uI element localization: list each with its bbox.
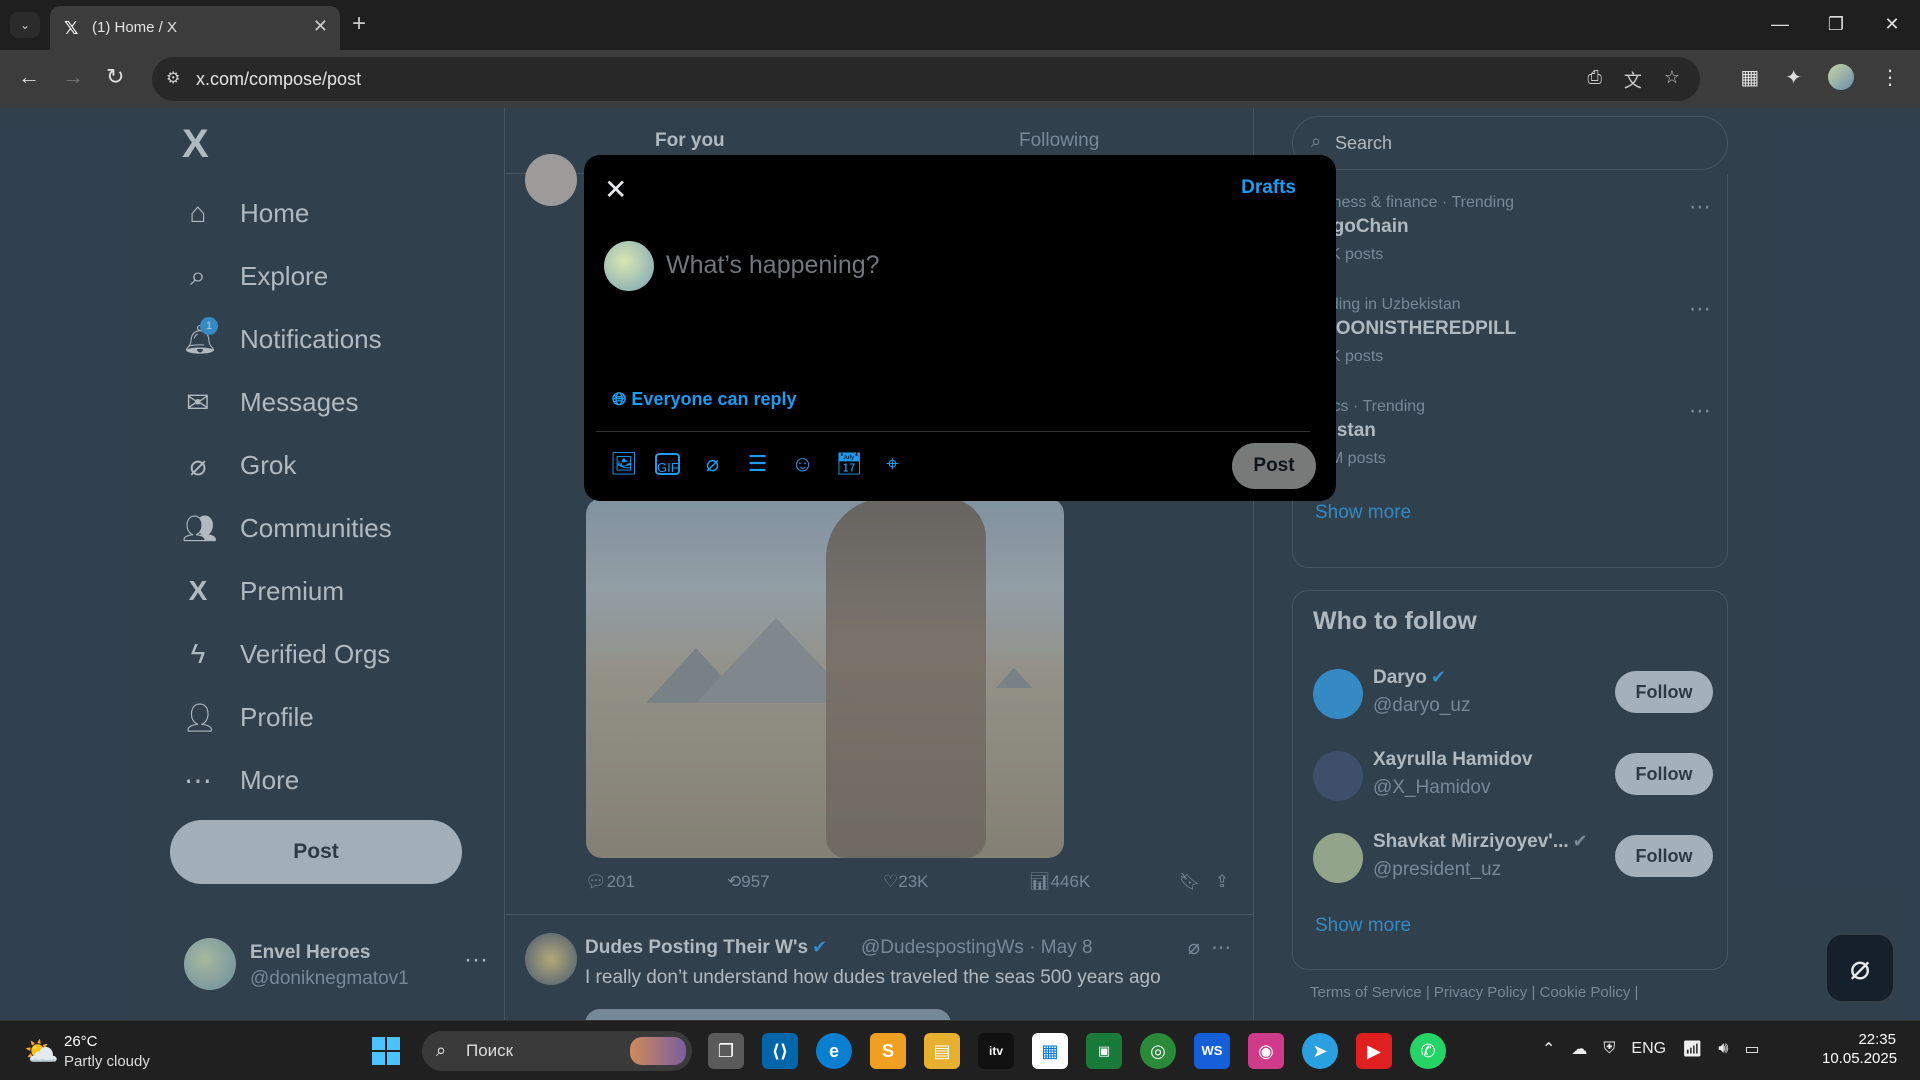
compose-toolbar: 🖼︎ GIF ⌀ ☰ ☺ 📅︎ ⌖ — [610, 451, 905, 477]
compose-dialog: ✕ Drafts What’s happening? 🌐︎ Everyone c… — [584, 155, 1336, 501]
tab-close-icon[interactable]: ✕ — [313, 16, 328, 37]
search-highlight-image — [630, 1037, 686, 1065]
instagram-icon[interactable]: ◉ — [1248, 1033, 1284, 1069]
emoji-icon[interactable]: ☺ — [790, 451, 815, 477]
address-bar-row: ← → ↻ ⚙ x.com/compose/post ⎙ 文 ☆ ▦ ✦ ⋮ — [0, 50, 1920, 108]
restore-button[interactable]: ❐ — [1808, 0, 1864, 50]
x-favicon-icon: 𝕏 — [64, 18, 79, 38]
clock-time: 22:35 — [1858, 1031, 1896, 1048]
telegram-icon[interactable]: ➤ — [1302, 1033, 1338, 1069]
compose-textarea[interactable]: What’s happening? — [666, 251, 880, 280]
sublime-icon[interactable]: S — [870, 1033, 906, 1069]
battery-icon[interactable]: ▭ — [1745, 1039, 1760, 1059]
clock-date: 10.05.2025 — [1822, 1050, 1898, 1067]
browser-tab-bar: ⌄ 𝕏 (1) Home / X ✕ + — ❐ ✕ — [0, 0, 1920, 50]
extension-app-icon[interactable]: ▦ — [1740, 65, 1759, 90]
schedule-icon[interactable]: 📅︎ — [835, 451, 863, 477]
windows-start-icon[interactable] — [372, 1037, 400, 1065]
globe-icon: 🌐︎ — [612, 389, 627, 409]
wifi-icon[interactable]: 📶︎ — [1682, 1039, 1702, 1059]
bookmark-star-icon[interactable]: ☆ — [1664, 67, 1680, 93]
app-green-icon[interactable]: ▣ — [1086, 1033, 1122, 1069]
onedrive-icon[interactable]: ☁ — [1571, 1039, 1587, 1059]
clock[interactable]: 22:35 10.05.2025 — [1822, 1031, 1898, 1067]
extensions-puzzle-icon[interactable]: ✦ — [1785, 65, 1802, 90]
partly-cloudy-icon: ⛅ — [24, 1036, 59, 1067]
webstorm-icon[interactable]: WS — [1194, 1033, 1230, 1069]
grok-floating-button[interactable]: ⌀ — [1826, 934, 1894, 1002]
browser-tab[interactable]: 𝕏 (1) Home / X ✕ — [50, 6, 340, 50]
browser-menu-icon[interactable]: ⋮ — [1880, 65, 1900, 90]
browser-profile-avatar[interactable] — [1828, 64, 1854, 90]
itv-icon[interactable]: itv — [978, 1033, 1014, 1069]
chrome-icon[interactable]: ◎ — [1140, 1033, 1176, 1069]
whatsapp-icon[interactable]: ✆ — [1410, 1033, 1446, 1069]
weather-temp: 26°C — [64, 1033, 98, 1050]
file-explorer-icon[interactable]: ▤ — [924, 1033, 960, 1069]
taskbar-search[interactable]: ⌕ Поиск — [422, 1031, 692, 1071]
new-tab-button[interactable]: + — [352, 10, 366, 38]
reload-button[interactable]: ↻ — [106, 64, 124, 90]
compose-post-button[interactable]: Post — [1232, 443, 1316, 489]
window-controls: — ❐ ✕ — [1752, 0, 1920, 50]
taskbar-apps: ❐ ⟨⟩ e S ▤ itv ▦ ▣ ◎ WS ◉ ➤ ▶ ✆ — [708, 1033, 1446, 1069]
windows-taskbar: ⛅ 26°C Partly cloudy ⌕ Поиск ❐ ⟨⟩ e S ▤ … — [0, 1020, 1920, 1080]
volume-icon[interactable]: 🔊︎ — [1718, 1040, 1728, 1058]
tab-title: (1) Home / X — [92, 19, 178, 36]
minimize-button[interactable]: — — [1752, 0, 1808, 50]
forward-button[interactable]: → — [62, 64, 84, 90]
url-text[interactable]: x.com/compose/post — [196, 69, 361, 90]
language-indicator[interactable]: ENG — [1631, 1040, 1666, 1058]
divider — [596, 431, 1310, 432]
drafts-button[interactable]: Drafts — [1241, 177, 1296, 199]
poll-icon[interactable]: ☰ — [745, 451, 770, 477]
taskbar-search-input[interactable]: Поиск — [466, 1041, 513, 1061]
reply-setting-button[interactable]: 🌐︎ Everyone can reply — [612, 389, 797, 410]
grok-icon[interactable]: ⌀ — [700, 451, 725, 477]
avatar — [604, 241, 654, 291]
tab-search-button[interactable]: ⌄ — [10, 12, 40, 38]
close-icon[interactable]: ✕ — [604, 173, 627, 206]
gif-icon[interactable]: GIF — [655, 453, 680, 475]
task-view-icon[interactable]: ❐ — [708, 1033, 744, 1069]
youtube-icon[interactable]: ▶ — [1356, 1033, 1392, 1069]
image-icon[interactable]: 🖼︎ — [610, 451, 638, 477]
security-icon[interactable]: ⛨ — [1603, 1040, 1615, 1058]
vscode-icon[interactable]: ⟨⟩ — [762, 1033, 798, 1069]
system-tray: ⌃ ☁ ⛨ ENG 📶︎ 🔊︎ ▭ — [1542, 1039, 1760, 1059]
ms-store-icon[interactable]: ▦ — [1032, 1033, 1068, 1069]
omnibox[interactable]: ⚙ x.com/compose/post ⎙ 文 ☆ — [152, 57, 1700, 101]
edge-icon[interactable]: e — [816, 1033, 852, 1069]
close-window-button[interactable]: ✕ — [1864, 0, 1920, 50]
back-button[interactable]: ← — [18, 64, 40, 90]
location-icon[interactable]: ⌖ — [880, 451, 905, 477]
site-info-icon[interactable]: ⚙ — [166, 68, 180, 88]
chevron-up-icon[interactable]: ⌃ — [1542, 1039, 1555, 1059]
weather-desc: Partly cloudy — [64, 1053, 150, 1070]
search-icon: ⌕ — [436, 1040, 447, 1060]
translate-icon[interactable]: 文 — [1624, 67, 1642, 93]
install-app-icon[interactable]: ⎙ — [1587, 67, 1601, 93]
